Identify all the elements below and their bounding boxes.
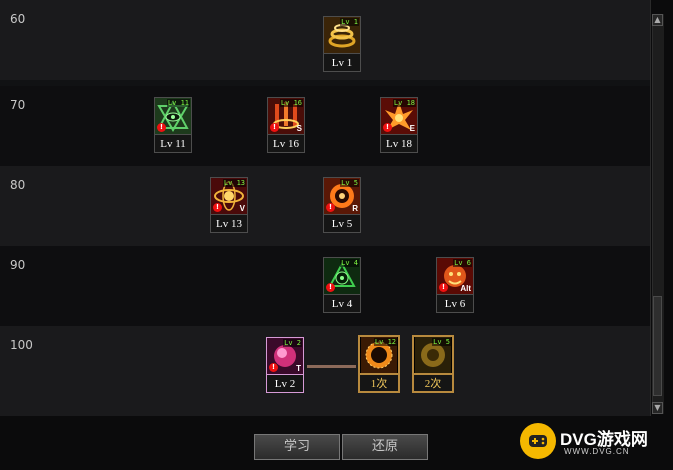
level-label: 100 — [10, 338, 33, 352]
skill-icon[interactable]: Lv 1 — [323, 16, 361, 54]
level-row-100: 100 — [0, 326, 650, 416]
level-label: 70 — [10, 98, 26, 112]
level-label: 80 — [10, 178, 26, 192]
skill-level-label: Lv 16 — [267, 135, 305, 153]
hotkey-label: S — [296, 124, 302, 133]
skill-level-label: Lv 18 — [380, 135, 418, 153]
skill-level-badge: Lv 16 — [279, 99, 303, 107]
hotkey-label: E — [409, 124, 415, 133]
skill-slot[interactable]: Lv 4 ! Lv 4 — [323, 257, 361, 313]
scroll-down-button[interactable]: ▼ — [652, 402, 663, 414]
skill-slot[interactable]: Lv 1 Lv 1 — [323, 16, 361, 72]
scroll-up-button[interactable]: ▲ — [652, 14, 663, 26]
skill-slot[interactable]: Lv 18 ! E Lv 18 — [380, 97, 418, 153]
warning-icon: ! — [213, 203, 222, 212]
warning-icon: ! — [270, 123, 279, 132]
awakening-skill-first[interactable]: Lv 12 1次 — [358, 335, 400, 393]
skill-icon[interactable]: Lv 5 ! R — [323, 177, 361, 215]
skill-slot[interactable]: Lv 6 ! Alt Lv 6 — [436, 257, 474, 313]
skill-level-label: Lv 11 — [154, 135, 192, 153]
reset-button[interactable]: 还原 — [342, 434, 428, 460]
skill-level-label: Lv 2 — [266, 375, 304, 393]
skill-level-label: 1次 — [358, 375, 400, 393]
skill-icon[interactable]: Lv 18 ! E — [380, 97, 418, 135]
skill-level-badge: Lv 11 — [166, 99, 190, 107]
warning-icon: ! — [157, 123, 166, 132]
skill-level-badge: Lv 6 — [453, 259, 472, 267]
skill-slot[interactable]: Lv 5 ! R Lv 5 — [323, 177, 361, 233]
skill-level-badge: Lv 1 — [340, 18, 359, 26]
skill-icon[interactable]: Lv 13 ! V — [210, 177, 248, 215]
skill-level-badge: Lv 5 — [432, 338, 451, 346]
skill-slot[interactable]: Lv 2 ! T Lv 2 — [266, 337, 304, 393]
skill-slot[interactable]: Lv 11 ! Lv 11 — [154, 97, 192, 153]
skill-level-badge: Lv 13 — [222, 179, 246, 187]
warning-icon: ! — [269, 363, 278, 372]
skill-level-label: Lv 13 — [210, 215, 248, 233]
skill-icon[interactable]: Lv 6 ! Alt — [436, 257, 474, 295]
scrollbar-thumb[interactable] — [653, 296, 662, 396]
level-label: 60 — [10, 12, 26, 26]
skill-level-badge: Lv 2 — [283, 339, 302, 347]
skill-icon[interactable]: Lv 4 ! — [323, 257, 361, 295]
skill-slot[interactable]: Lv 13 ! V Lv 13 — [210, 177, 248, 233]
logo-url: WWW.DVG.CN — [564, 447, 630, 456]
learn-button[interactable]: 学习 — [254, 434, 340, 460]
skill-icon[interactable]: Lv 11 ! — [154, 97, 192, 135]
hotkey-label: Alt — [460, 284, 471, 293]
skill-level-badge: Lv 5 — [340, 179, 359, 187]
hotkey-label: R — [352, 204, 358, 213]
hotkey-label: V — [239, 204, 245, 213]
skill-level-label: Lv 6 — [436, 295, 474, 313]
level-label: 90 — [10, 258, 26, 272]
skill-icon[interactable]: Lv 2 ! T — [266, 337, 304, 375]
skill-icon[interactable]: Lv 16 ! S — [267, 97, 305, 135]
skill-icon[interactable]: Lv 5 — [412, 335, 454, 375]
level-row-70: 70 — [0, 86, 650, 166]
warning-icon: ! — [439, 283, 448, 292]
skill-level-label: Lv 4 — [323, 295, 361, 313]
warning-icon: ! — [326, 203, 335, 212]
warning-icon: ! — [383, 123, 392, 132]
gamepad-icon — [520, 423, 556, 459]
skill-level-label: Lv 5 — [323, 215, 361, 233]
skill-level-label: 2次 — [412, 375, 454, 393]
warning-icon: ! — [326, 283, 335, 292]
skill-connector-line — [307, 365, 356, 368]
skill-level-badge: Lv 12 — [373, 338, 397, 346]
dvg-watermark-logo: DVG游戏网 WWW.DVG.CN — [520, 423, 670, 459]
skill-level-label: Lv 1 — [323, 54, 361, 72]
skill-slot[interactable]: Lv 16 ! S Lv 16 — [267, 97, 305, 153]
awakening-skill-second[interactable]: Lv 5 2次 — [412, 335, 454, 393]
skill-icon[interactable]: Lv 12 — [358, 335, 400, 375]
skill-level-badge: Lv 18 — [392, 99, 416, 107]
hotkey-label: T — [296, 364, 301, 373]
skill-level-badge: Lv 4 — [340, 259, 359, 267]
